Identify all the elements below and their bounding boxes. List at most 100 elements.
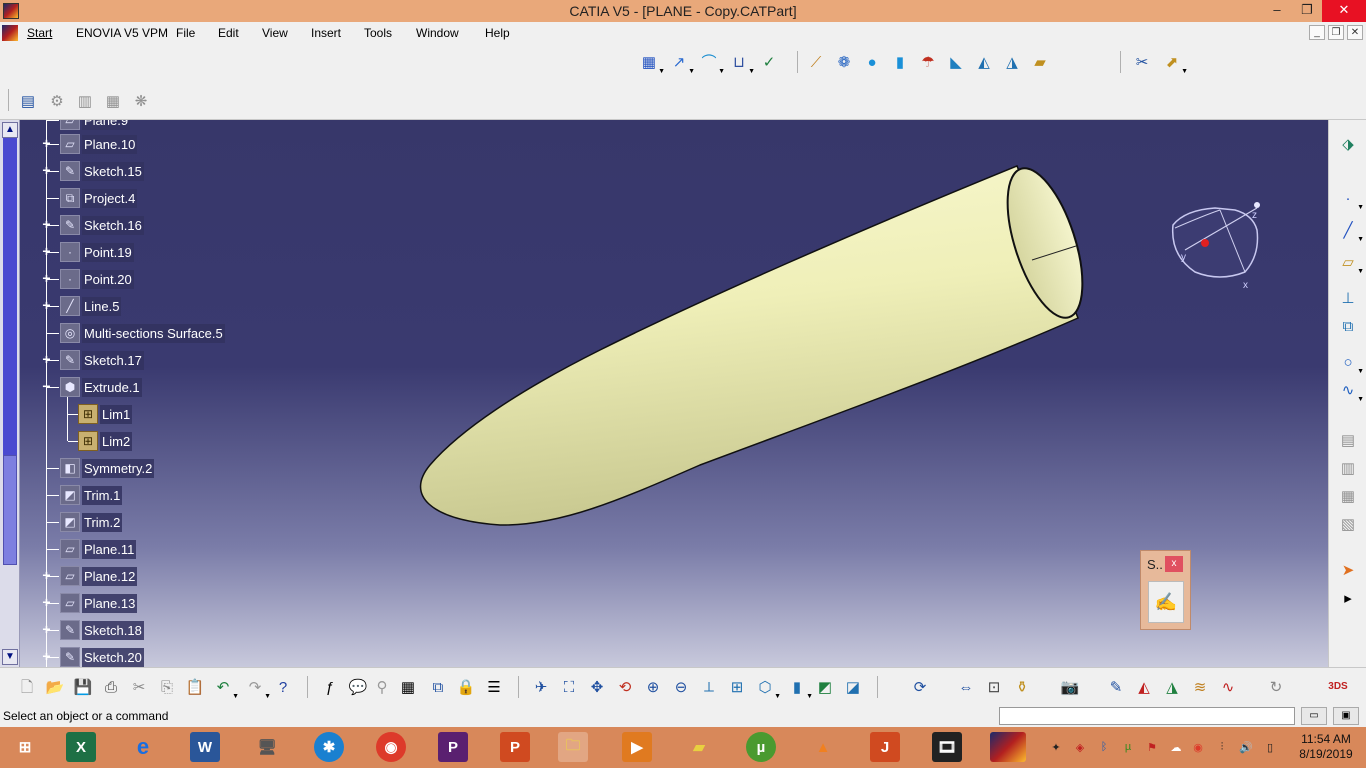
monitor-app-icon[interactable]: 🖥	[252, 732, 282, 762]
expand-plus-icon[interactable]: +	[41, 163, 52, 177]
picsart-icon[interactable]: P	[438, 732, 468, 762]
sticky-notes-icon[interactable]: ▰	[684, 732, 714, 762]
expand-plus-icon[interactable]: +	[41, 244, 52, 258]
paste-icon[interactable]: 📋	[185, 677, 205, 697]
tray-utorrent-icon[interactable]: µ	[1120, 739, 1136, 755]
scroll-track[interactable]	[3, 138, 17, 455]
swap-space-icon[interactable]: ◪	[843, 677, 863, 697]
point-icon[interactable]: · ▼	[1338, 188, 1365, 212]
volume-icon[interactable]: 🔊	[1238, 739, 1254, 755]
fill-icon[interactable]: ◭	[974, 52, 994, 72]
command-input[interactable]	[999, 707, 1295, 725]
distance-analysis-icon[interactable]: ∿	[1218, 677, 1238, 697]
sphere-icon[interactable]: ●	[862, 52, 882, 72]
whats-this-icon[interactable]: ?	[273, 677, 293, 697]
porcupine-icon[interactable]: ≋	[1190, 677, 1210, 697]
chrome-icon[interactable]: ◉	[376, 732, 406, 762]
connect-curve-icon[interactable]: ⊔ ▼	[729, 52, 755, 76]
restore-button[interactable]: ❐	[1292, 0, 1322, 22]
word-icon[interactable]: W	[190, 732, 220, 762]
menu-view[interactable]: View	[262, 26, 288, 40]
join-icon[interactable]: ✂	[1132, 52, 1152, 72]
save-icon[interactable]: 💾	[73, 677, 93, 697]
network-icon[interactable]: ⧉	[428, 677, 448, 697]
expand-plus-icon[interactable]: +	[41, 622, 52, 636]
tray-chrome-icon[interactable]: ◉	[1190, 739, 1206, 755]
menu-file[interactable]: File	[176, 26, 195, 40]
copy-icon[interactable]: ⎘	[157, 677, 177, 697]
file-explorer-icon[interactable]: 🗀	[558, 732, 588, 762]
undo-icon[interactable]: ↶ ▼	[213, 677, 239, 701]
extrude-surface-icon[interactable]: ⟋	[806, 52, 826, 72]
point-grid-icon[interactable]: ▦ ▼	[639, 52, 665, 76]
scroll-thumb[interactable]	[3, 455, 17, 565]
new-file-icon[interactable]: 🗋	[17, 677, 37, 697]
catia-taskbar-icon[interactable]	[990, 732, 1026, 762]
zoom-out-icon[interactable]: ⊖	[671, 677, 691, 697]
hide-show-icon[interactable]: ◩	[815, 677, 835, 697]
revolve-icon[interactable]: ❁	[834, 52, 854, 72]
battery-icon[interactable]: ▯	[1262, 739, 1278, 755]
curvature-icon[interactable]: ◮	[1162, 677, 1182, 697]
pan-icon[interactable]: ✥	[587, 677, 607, 697]
office-app-icon[interactable]: J	[870, 732, 900, 762]
video-editor-icon[interactable]: 🎞	[932, 732, 962, 762]
corner-icon[interactable]: ✓	[759, 52, 779, 72]
update-icon[interactable]: ⟳	[910, 677, 930, 697]
mass-icon[interactable]: ⚱	[1012, 677, 1032, 697]
normal-view-icon[interactable]: ⟂	[699, 677, 719, 697]
formula-icon[interactable]: ƒ	[320, 677, 340, 697]
close-button[interactable]: ✕	[1322, 0, 1366, 22]
circle-icon[interactable]: ○ ▼	[1338, 352, 1364, 376]
fly-mode-icon[interactable]: ✈	[531, 677, 551, 697]
iso-view-icon[interactable]: ⬡ ▼	[755, 677, 781, 701]
expand-plus-icon[interactable]: +	[41, 298, 52, 312]
expand-plus-icon[interactable]: +	[41, 649, 52, 663]
catia-menu-icon[interactable]	[2, 25, 18, 41]
table-icon[interactable]: ▦	[398, 677, 418, 697]
compass-widget[interactable]: y z x	[1165, 200, 1265, 290]
sketcher-floating-toolbar[interactable]: S.. x ✍	[1140, 550, 1191, 630]
camera-icon[interactable]: 📷	[1060, 677, 1080, 697]
list-icon[interactable]: ☰	[484, 677, 504, 697]
system-clock[interactable]: 11:54 AM 8/19/2019	[1290, 732, 1362, 762]
media-player-icon[interactable]: ▶	[622, 732, 652, 762]
sketcher-panel-close-button[interactable]: x	[1165, 556, 1183, 572]
powerpoint-icon[interactable]: P	[500, 732, 530, 762]
vlc-icon[interactable]: ▲	[808, 732, 838, 762]
cylinder-icon[interactable]: ▮	[890, 52, 910, 72]
expand-toolbar-icon[interactable]: ▸	[1338, 588, 1358, 608]
expand-plus-icon[interactable]: +	[41, 595, 52, 609]
scroll-down-icon[interactable]: ▼	[2, 649, 18, 665]
analysis-icon[interactable]: ✎	[1106, 677, 1126, 697]
insert-body-icon[interactable]: ▤	[18, 91, 38, 111]
mdi-restore-button[interactable]: ❐	[1328, 25, 1344, 40]
curve-icon[interactable]: ⌒ ▼	[699, 52, 725, 76]
cut-icon[interactable]: ✂	[129, 677, 149, 697]
translate-icon[interactable]: ⬈ ▼	[1162, 52, 1188, 76]
menu-insert[interactable]: Insert	[311, 26, 341, 40]
refresh-icon[interactable]: ↻	[1266, 677, 1286, 697]
redo-icon[interactable]: ↷ ▼	[245, 677, 271, 701]
rotate-icon[interactable]: ⟲	[615, 677, 635, 697]
windows-start-icon[interactable]: ⊞	[10, 732, 40, 762]
print-icon[interactable]: ⎙	[101, 677, 121, 697]
multi-view-icon[interactable]: ⊞	[727, 677, 747, 697]
bluetooth-icon[interactable]: ᛒ	[1096, 739, 1112, 755]
shading-icon[interactable]: ▮ ▼	[787, 677, 813, 701]
tree-scrollbar[interactable]: ▲ ▼	[0, 120, 20, 667]
intersection-icon[interactable]: ⧉	[1338, 316, 1358, 336]
menu-tools[interactable]: Tools	[364, 26, 392, 40]
expand-plus-icon[interactable]: +	[41, 217, 52, 231]
comment-icon[interactable]: 💬	[348, 677, 368, 697]
collapse-minus-icon[interactable]: −	[41, 379, 52, 393]
network-app-icon[interactable]: ✱	[314, 732, 344, 762]
utorrent-icon[interactable]: µ	[746, 732, 776, 762]
internet-explorer-icon[interactable]: e	[128, 732, 158, 762]
line-icon[interactable]: ╱ ▼	[1338, 220, 1364, 244]
expand-plus-icon[interactable]: +	[41, 271, 52, 285]
blend-icon[interactable]: ▰	[1030, 52, 1050, 72]
menu-window[interactable]: Window	[416, 26, 459, 40]
sweep-icon[interactable]: ◣	[946, 52, 966, 72]
menu-edit[interactable]: Edit	[218, 26, 239, 40]
